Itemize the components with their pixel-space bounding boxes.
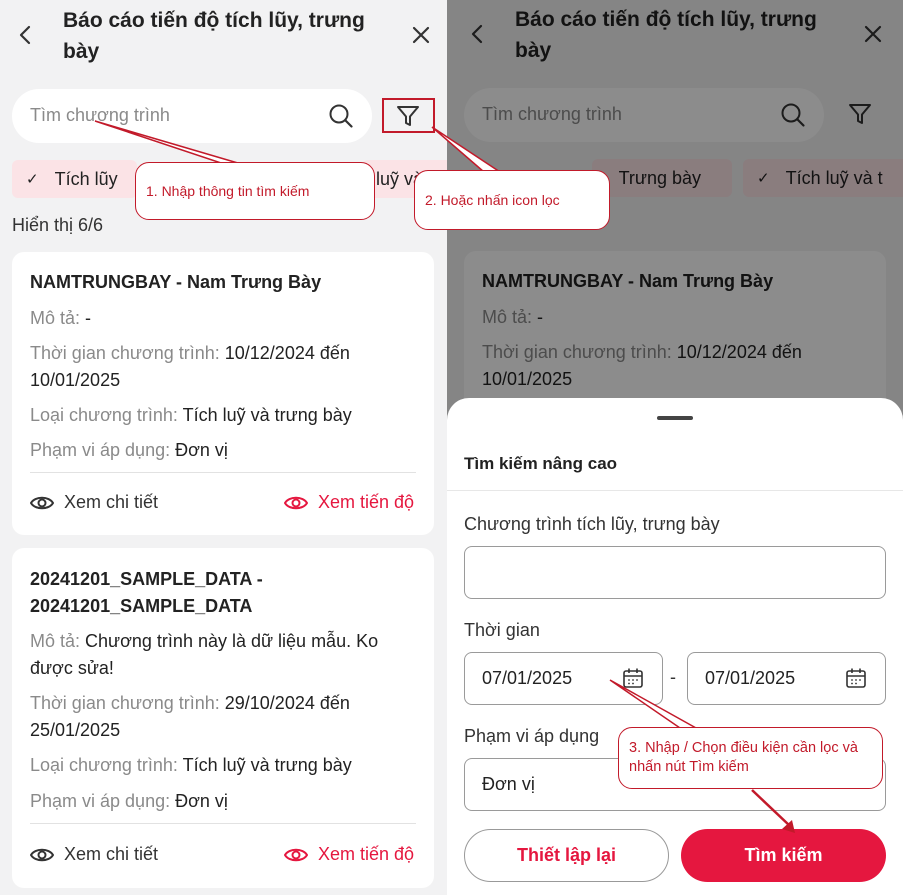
drag-handle[interactable] [657,416,693,420]
sheet-title: Tìm kiếm nâng cao [464,454,618,473]
calendar-icon[interactable] [622,667,644,689]
program-label: Chương trình tích lũy, trưng bày [464,514,720,534]
view-progress-label: Xem tiến độ [318,492,415,512]
scope-label: Phạm vi áp dụng: [30,791,171,811]
page-title: Báo cáo tiến độ tích lũy, trưng bày [63,9,365,63]
search-input[interactable]: Tìm chương trình [12,89,372,143]
view-progress-button[interactable]: Xem tiến độ [284,492,414,513]
program-input[interactable] [464,546,886,599]
reset-button[interactable]: Thiết lập lại [464,829,669,882]
card-type: Loại chương trình: Tích luỹ và trưng bày [30,402,420,429]
card-time: Thời gian chương trình: 29/10/2024 đến 2… [30,690,380,744]
check-icon: ✓ [26,171,39,188]
close-icon[interactable] [407,21,435,49]
view-detail-button[interactable]: Xem chi tiết [30,844,158,865]
annotation-step3: 3. Nhập / Chọn điều kiện cần lọc và nhấn… [618,727,883,789]
program-card: NAMTRUNGBAY - Nam Trưng Bày Mô tả: - Thờ… [12,252,434,535]
type-label: Loại chương trình: [30,405,178,425]
annotation-step1: 1. Nhập thông tin tìm kiếm [135,162,375,220]
card-description: Mô tả: Chương trình này là dữ liệu mẫu. … [30,628,400,682]
view-progress-label: Xem tiến độ [318,844,415,864]
search-button[interactable]: Tìm kiếm [681,829,886,882]
eye-icon [30,496,54,509]
description-label: Mô tả: [30,308,81,328]
chip-tich-luy[interactable]: ✓ Tích lũy [12,160,137,198]
view-detail-label: Xem chi tiết [64,492,159,512]
type-value: Tích luỹ và trưng bày [182,405,352,425]
card-divider [30,472,416,473]
type-value: Tích luỹ và trưng bày [182,755,352,775]
description-value: - [85,308,92,328]
date-separator: - [670,667,676,687]
scope-value: Đơn vị [482,774,535,794]
advanced-search-sheet: Tìm kiếm nâng cao Chương trình tích lũy,… [447,398,903,895]
date-to-value: 07/01/2025 [705,668,796,688]
time-label: Thời gian [464,620,540,640]
time-label: Thời gian chương trình: [30,693,220,713]
view-detail-button[interactable]: Xem chi tiết [30,492,158,513]
chip-label: Tích lũy [54,168,118,189]
date-from-value: 07/01/2025 [482,668,573,688]
sheet-divider [447,490,903,491]
card-title: 20241201_SAMPLE_DATA - 20241201_SAMPLE_D… [30,569,263,616]
list-screen: Báo cáo tiến độ tích lũy, trưng bày Tìm … [0,0,447,895]
program-card: 20241201_SAMPLE_DATA - 20241201_SAMPLE_D… [12,548,434,888]
calendar-icon[interactable] [845,667,867,689]
result-count: Hiển thị 6/6 [12,215,104,235]
card-scope: Phạm vi áp dụng: Đơn vị [30,788,420,815]
view-detail-label: Xem chi tiết [64,844,159,864]
card-title: NAMTRUNGBAY - Nam Trưng Bày [30,272,322,292]
card-description: Mô tả: - [30,305,420,332]
date-to-input[interactable]: 07/01/2025 [687,652,886,705]
search-icon[interactable] [328,103,354,129]
eye-icon [284,496,308,509]
annotation-step2: 2. Hoặc nhấn icon lọc [414,170,610,230]
back-icon[interactable] [11,21,39,49]
card-time: Thời gian chương trình: 10/12/2024 đến 1… [30,340,380,394]
card-divider [30,823,416,824]
scope-value: Đơn vị [175,791,228,811]
eye-icon [30,848,54,861]
type-label: Loại chương trình: [30,755,178,775]
eye-icon [284,848,308,861]
card-type: Loại chương trình: Tích luỹ và trưng bày [30,752,420,779]
view-progress-button[interactable]: Xem tiến độ [284,844,414,865]
scope-label: Phạm vi áp dụng: [30,440,171,460]
time-label: Thời gian chương trình: [30,343,220,363]
scope-label: Phạm vi áp dụng [464,726,600,746]
card-scope: Phạm vi áp dụng: Đơn vị [30,437,420,464]
description-value: Chương trình này là dữ liệu mẫu. Ko được… [30,631,379,678]
date-from-input[interactable]: 07/01/2025 [464,652,663,705]
description-label: Mô tả: [30,631,81,651]
filter-icon-highlight [382,98,435,133]
scope-value: Đơn vị [175,440,228,460]
search-placeholder: Tìm chương trình [30,105,170,125]
